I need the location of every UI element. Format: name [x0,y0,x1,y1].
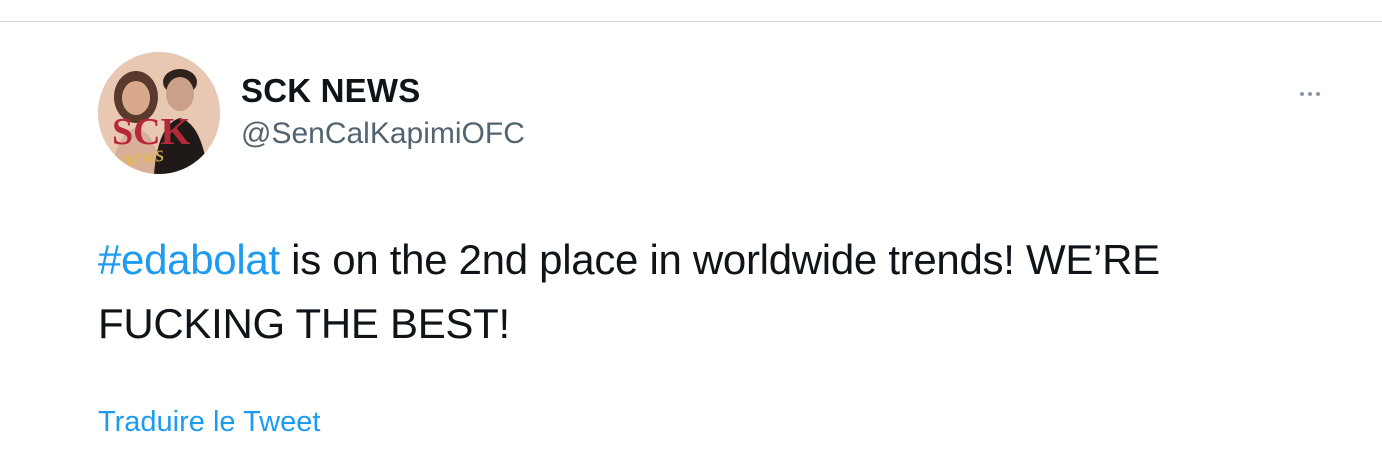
tweet-text-line2: FUCKING THE BEST! [98,300,510,347]
more-horizontal-icon-dot [1316,92,1320,96]
tweet-text-line1: is on the 2nd place in worldwide trends!… [279,236,1160,283]
more-horizontal-icon-dot [1308,92,1312,96]
more-horizontal-icon [1300,92,1304,96]
author-handle[interactable]: @SenCalKapimiOFC [241,117,525,151]
avatar[interactable]: SCK news [98,52,220,174]
avatar-image: SCK news [98,52,220,174]
tweet-text: #edabolat is on the 2nd place in worldwi… [98,228,1298,356]
more-options-button[interactable] [1290,80,1330,108]
author-display-name[interactable]: SCK NEWS [241,72,420,110]
top-divider [0,21,1382,22]
tweet-card: SCK news SCK NEWS @SenCalKapimiOFC #edab… [0,0,1382,454]
hashtag-link[interactable]: #edabolat [98,236,280,283]
translate-tweet-link[interactable]: Traduire le Tweet [98,406,320,439]
